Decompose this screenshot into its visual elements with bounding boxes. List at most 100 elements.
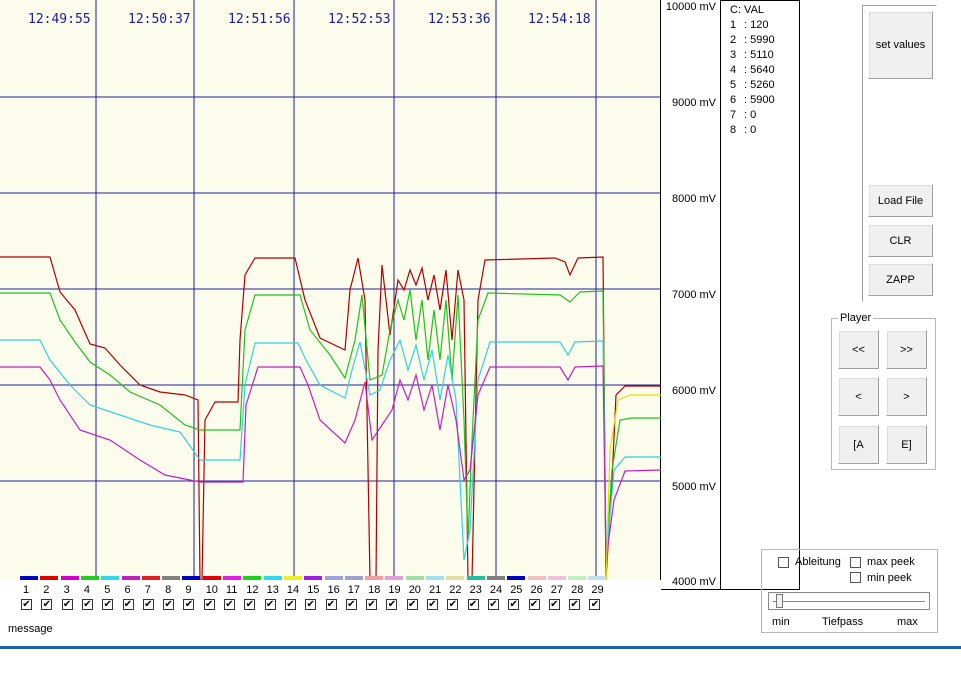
channel-color-swatch (304, 576, 323, 580)
channel-visible-checkbox[interactable]: ✔ (183, 599, 195, 610)
channel-number: 13 (266, 584, 279, 596)
channel-color-swatch (223, 576, 241, 580)
values-header: C: VAL (730, 4, 765, 16)
channel-color-swatch (283, 576, 302, 580)
channel-number: 11 (226, 584, 238, 596)
channel-color-swatch (547, 576, 566, 580)
channel-visible-checkbox[interactable]: ✔ (427, 599, 438, 610)
channel-number: 10 (205, 584, 218, 596)
channel-legend: 1 ✔ 2 ✔ 3 ✔ 4 ✔ 5 ✔ 6 ✔ 7 ✔ 8 ✔ 9 ✔ 10 ✔ 11 ✔ 12 ✔ 13 ✔ 14 ✔ 15 ✔ 16 ✔ 1… (0, 576, 661, 646)
channel-visible-checkbox[interactable]: ✔ (406, 599, 418, 610)
slider-track (773, 601, 925, 602)
rewind-button[interactable]: << (838, 330, 879, 369)
end-button[interactable]: E] (886, 425, 927, 464)
y-label-5000: 5000 mV (671, 481, 716, 493)
max-peek-checkbox[interactable] (850, 557, 861, 568)
channel-visible-checkbox[interactable]: ✔ (345, 599, 357, 610)
player-title: Player (838, 312, 874, 324)
channel-number: 17 (347, 584, 361, 596)
channel-number: 3 (63, 584, 70, 596)
clr-button[interactable]: CLR (868, 224, 933, 257)
channel-color-swatch (466, 576, 485, 580)
y-label-7000: 7000 mV (671, 289, 716, 301)
y-label-9000: 9000 mV (671, 97, 716, 109)
y-label-4000: 4000 mV (671, 576, 716, 588)
channel-visible-checkbox[interactable]: ✔ (224, 599, 235, 610)
tiefpass-slider[interactable] (768, 592, 930, 610)
channel-values-panel: C: VAL 1: 120 2: 5990 3: 5110 4: 5640 5:… (721, 0, 800, 590)
channel-visible-checkbox[interactable]: ✔ (284, 599, 296, 610)
channel-visible-checkbox[interactable]: ✔ (386, 599, 398, 610)
channel-visible-checkbox[interactable]: ✔ (21, 599, 32, 610)
channel-color-swatch (405, 576, 424, 580)
channel-visible-checkbox[interactable]: ✔ (487, 599, 499, 610)
channel-number: 24 (489, 584, 503, 596)
channel-color-swatch (446, 576, 465, 580)
channel-color-swatch (385, 576, 404, 580)
channel-visible-checkbox[interactable]: ✔ (163, 599, 175, 610)
fast-forward-button[interactable]: >> (886, 330, 927, 369)
value-row: 7: 0 (730, 109, 757, 121)
signal-plot[interactable]: 12:49:55 12:50:37 12:51:56 12:52:53 12:53:36… (0, 0, 661, 580)
trace-channel-green (0, 289, 661, 561)
trace-channel-yellow (605, 394, 661, 580)
message-label: message (8, 623, 53, 635)
trace-channel-red (0, 256, 661, 580)
channel-visible-checkbox[interactable]: ✔ (244, 599, 256, 610)
channel-visible-checkbox[interactable]: ✔ (366, 599, 378, 610)
min-peek-checkbox[interactable] (850, 572, 861, 583)
channel-color-swatch (202, 576, 221, 580)
channel-number: 27 (550, 584, 564, 596)
prev-button[interactable]: < (838, 377, 879, 416)
y-label-8000: 8000 mV (671, 193, 716, 205)
channel-visible-checkbox[interactable]: ✔ (528, 599, 540, 610)
channel-color-swatch (101, 576, 120, 580)
channel-color-swatch (588, 576, 607, 580)
channel-color-swatch (344, 576, 363, 580)
window-bottom-border (0, 646, 961, 649)
channel-visible-checkbox[interactable]: ✔ (122, 599, 134, 610)
slider-thumb[interactable] (775, 594, 783, 608)
zapp-button[interactable]: ZAPP (868, 263, 933, 296)
time-label: 12:54:18 (528, 12, 591, 27)
start-button[interactable]: [A (838, 425, 879, 464)
channel-visible-checkbox[interactable]: ✔ (142, 599, 154, 610)
channel-visible-checkbox[interactable]: ✔ (589, 599, 601, 610)
channel-color-swatch (507, 576, 526, 580)
value-row: 2: 5990 (730, 34, 775, 46)
tiefpass-min-label: min (772, 616, 790, 628)
channel-visible-checkbox[interactable]: ✔ (467, 599, 479, 610)
time-label: 12:49:55 (28, 12, 91, 27)
channel-color-swatch (263, 576, 282, 580)
channel-color-swatch (80, 576, 99, 580)
channel-visible-checkbox[interactable]: ✔ (569, 599, 581, 610)
min-peek-label: min peek (867, 572, 912, 584)
ableitung-label: Ableitung (795, 556, 841, 568)
channel-visible-checkbox[interactable]: ✔ (203, 599, 215, 610)
channel-visible-checkbox[interactable]: ✔ (548, 599, 560, 610)
ableitung-checkbox[interactable] (778, 557, 789, 568)
channel-color-swatch (486, 576, 505, 580)
channel-visible-checkbox[interactable]: ✔ (325, 599, 337, 610)
channel-number: 16 (327, 584, 340, 596)
channel-number: 25 (510, 584, 523, 596)
trace-channel-magenta (0, 365, 661, 561)
channel-color-swatch (426, 576, 444, 580)
channel-visible-checkbox[interactable]: ✔ (447, 599, 459, 610)
set-values-button[interactable]: set values (868, 11, 933, 79)
channel-number: 28 (571, 584, 584, 596)
trace-channel-cyan (0, 338, 661, 561)
next-button[interactable]: > (886, 377, 927, 416)
channel-visible-checkbox[interactable]: ✔ (41, 599, 53, 610)
channel-number: 9 (185, 584, 192, 596)
channel-visible-checkbox[interactable]: ✔ (305, 599, 317, 610)
channel-color-swatch (162, 576, 181, 580)
channel-visible-checkbox[interactable]: ✔ (102, 599, 114, 610)
load-file-button[interactable]: Load File (868, 184, 933, 217)
channel-visible-checkbox[interactable]: ✔ (61, 599, 73, 610)
value-row: 4: 5640 (730, 64, 775, 76)
channel-visible-checkbox[interactable]: ✔ (508, 599, 520, 610)
channel-visible-checkbox[interactable]: ✔ (81, 599, 93, 610)
channel-color-swatch (365, 576, 384, 580)
channel-visible-checkbox[interactable]: ✔ (264, 599, 276, 610)
